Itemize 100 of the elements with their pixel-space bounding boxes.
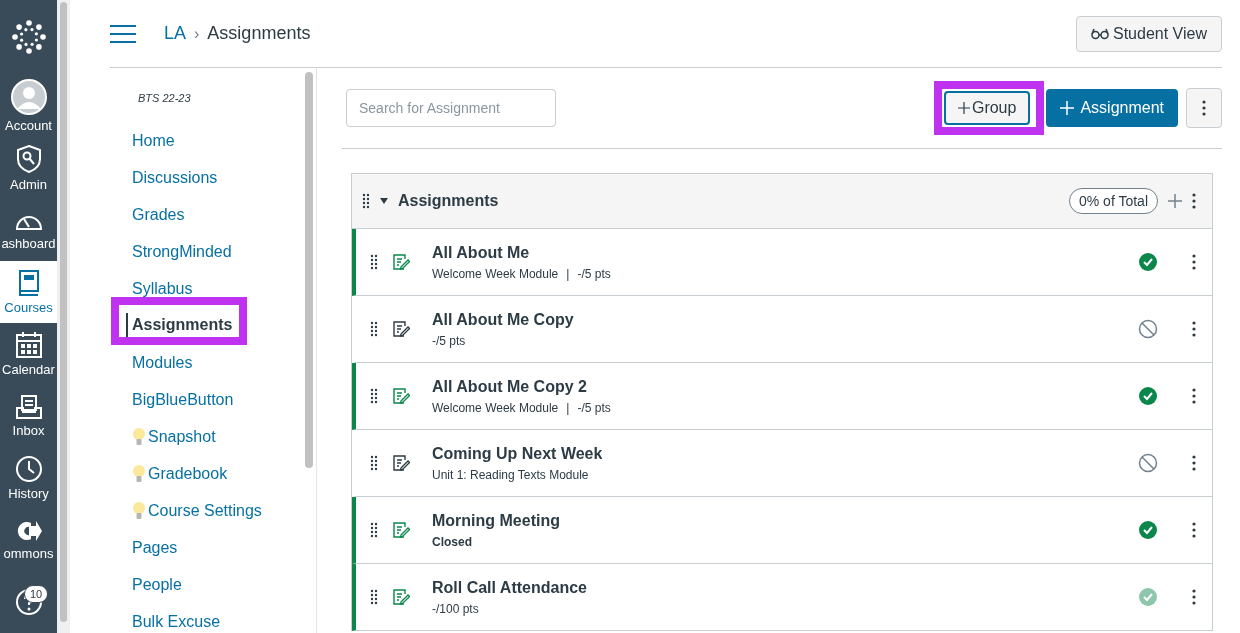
drag-handle-icon[interactable] [370,388,378,404]
add-icon[interactable] [1168,194,1182,208]
published-check-icon[interactable] [1138,587,1158,607]
more-icon[interactable] [1192,254,1196,270]
more-icon[interactable] [1192,522,1196,538]
global-nav-item[interactable]: Calendar [0,322,57,385]
notification-badge: 10 [24,584,49,603]
lightbulb-icon [132,463,146,484]
assignment-row[interactable]: Coming Up Next Week Unit 1: Reading Texts Module [352,430,1212,497]
assignment-icon [392,521,410,539]
global-nav-item[interactable]: Admin [0,136,57,199]
glasses-icon [1091,27,1109,40]
assignment-row[interactable]: All About Me Copy -/5 pts [352,296,1212,363]
course-nav-link[interactable]: Gradebook [132,455,302,492]
avatar-icon [10,78,47,115]
course-nav-link[interactable]: Grades [132,196,302,233]
clock-icon [14,454,43,483]
course-nav-link[interactable]: StrongMinded [132,233,302,270]
add-assignment-button[interactable]: Assignment [1046,89,1178,127]
assignment-meta: -/5 pts [577,400,611,415]
course-nav-link[interactable]: Course Settings [132,492,302,529]
assignment-meta: Closed [432,534,472,549]
drag-handle-icon[interactable] [370,321,378,337]
more-icon[interactable] [1192,589,1196,605]
assignment-meta: -/5 pts [432,333,466,348]
assignment-title[interactable]: All About Me [432,243,1124,262]
meta-separator: | [566,266,570,281]
drag-handle-icon[interactable] [370,589,378,605]
course-nav-link[interactable]: Discussions [132,159,302,196]
group-title: Assignments [398,192,499,210]
assignment-row[interactable]: Roll Call Attendance -/100 pts [352,564,1212,631]
global-nav-item[interactable]: ommons [0,508,57,571]
more-icon[interactable] [1202,100,1206,116]
assignment-icon [392,320,410,338]
course-nav-link[interactable]: Modules [132,344,302,381]
drag-handle-icon[interactable] [370,254,378,270]
breadcrumb-link[interactable]: LA [164,23,187,44]
assignment-icon [392,387,410,405]
more-icon[interactable] [1192,455,1196,471]
assignment-meta: Welcome Week Module [432,400,559,415]
unpublished-icon[interactable] [1138,453,1158,473]
meta-separator: | [566,400,570,415]
student-view-button[interactable]: Student View [1076,15,1222,52]
breadcrumb-separator: › [194,24,200,43]
term-label: BTS 22-23 [138,92,192,104]
assignment-meta: Unit 1: Reading Texts Module [432,467,589,482]
add-group-button[interactable]: Group [943,91,1031,125]
book-icon [16,268,41,297]
course-nav-link[interactable]: Snapshot [132,418,302,455]
assignment-row[interactable]: All About Me Copy 2 Welcome Week Module | -/5 pts [352,363,1212,430]
course-nav-link[interactable]: BigBlueButton [132,381,302,418]
assignment-row[interactable]: Morning Meeting Closed [352,497,1212,564]
logo-icon[interactable] [10,19,47,56]
plus-icon [1060,101,1075,115]
assignment-meta: -/100 pts [432,601,479,616]
assignment-title[interactable]: Morning Meeting [432,511,1124,530]
unpublished-icon[interactable] [1138,319,1158,339]
global-nav-item[interactable]: 10 [0,570,57,633]
scrollbar-thumb[interactable] [60,2,67,622]
course-nav-link[interactable]: Assignments [126,313,302,337]
course-nav-link[interactable]: Pages [132,529,302,566]
drag-handle-icon[interactable] [370,522,378,538]
lightbulb-icon [132,426,146,447]
more-icon[interactable] [1192,321,1196,337]
assignment-icon [392,588,410,606]
assignment-meta: Welcome Week Module [432,266,559,281]
global-nav-item[interactable]: Courses [0,260,57,323]
scrollbar-thumb[interactable] [305,72,313,468]
published-check-icon[interactable] [1138,520,1158,540]
assignment-title[interactable]: All About Me Copy 2 [432,377,1124,396]
caret-icon[interactable] [380,198,388,204]
course-nav-link[interactable]: Syllabus [132,270,302,307]
breadcrumb-current: Assignments [207,23,311,44]
course-nav-link[interactable]: Home [132,122,302,159]
global-nav-item[interactable]: ashboard [0,198,57,261]
course-nav-link[interactable]: Bulk Excuse [132,603,302,633]
assignment-title[interactable]: Coming Up Next Week [432,444,1124,463]
published-check-icon[interactable] [1138,252,1158,272]
global-nav-item[interactable]: Account [0,74,57,137]
assignment-title[interactable]: All About Me Copy [432,310,1124,329]
course-nav-link[interactable]: People [132,566,302,603]
inbox-icon [14,393,43,420]
global-nav-item[interactable]: History [0,446,57,509]
plus-icon [957,102,970,114]
assignment-icon [392,454,410,472]
shield-icon [15,143,42,174]
assignment-row[interactable]: All About Me Welcome Week Module | -/5 pts [352,229,1212,296]
assignment-meta: -/5 pts [577,266,611,281]
search-field[interactable]: Search for Assignment [346,89,556,127]
more-icon[interactable] [1192,388,1196,404]
assignment-icon [392,253,410,271]
more-icon[interactable] [1192,193,1196,209]
menu-icon[interactable] [110,24,136,43]
calendar-icon [14,330,43,359]
drag-handle-icon[interactable] [362,193,370,209]
published-check-icon[interactable] [1138,386,1158,406]
drag-handle-icon[interactable] [370,455,378,471]
lightbulb-icon [132,500,146,521]
global-nav-item[interactable]: Inbox [0,384,57,447]
assignment-title[interactable]: Roll Call Attendance [432,578,1124,597]
